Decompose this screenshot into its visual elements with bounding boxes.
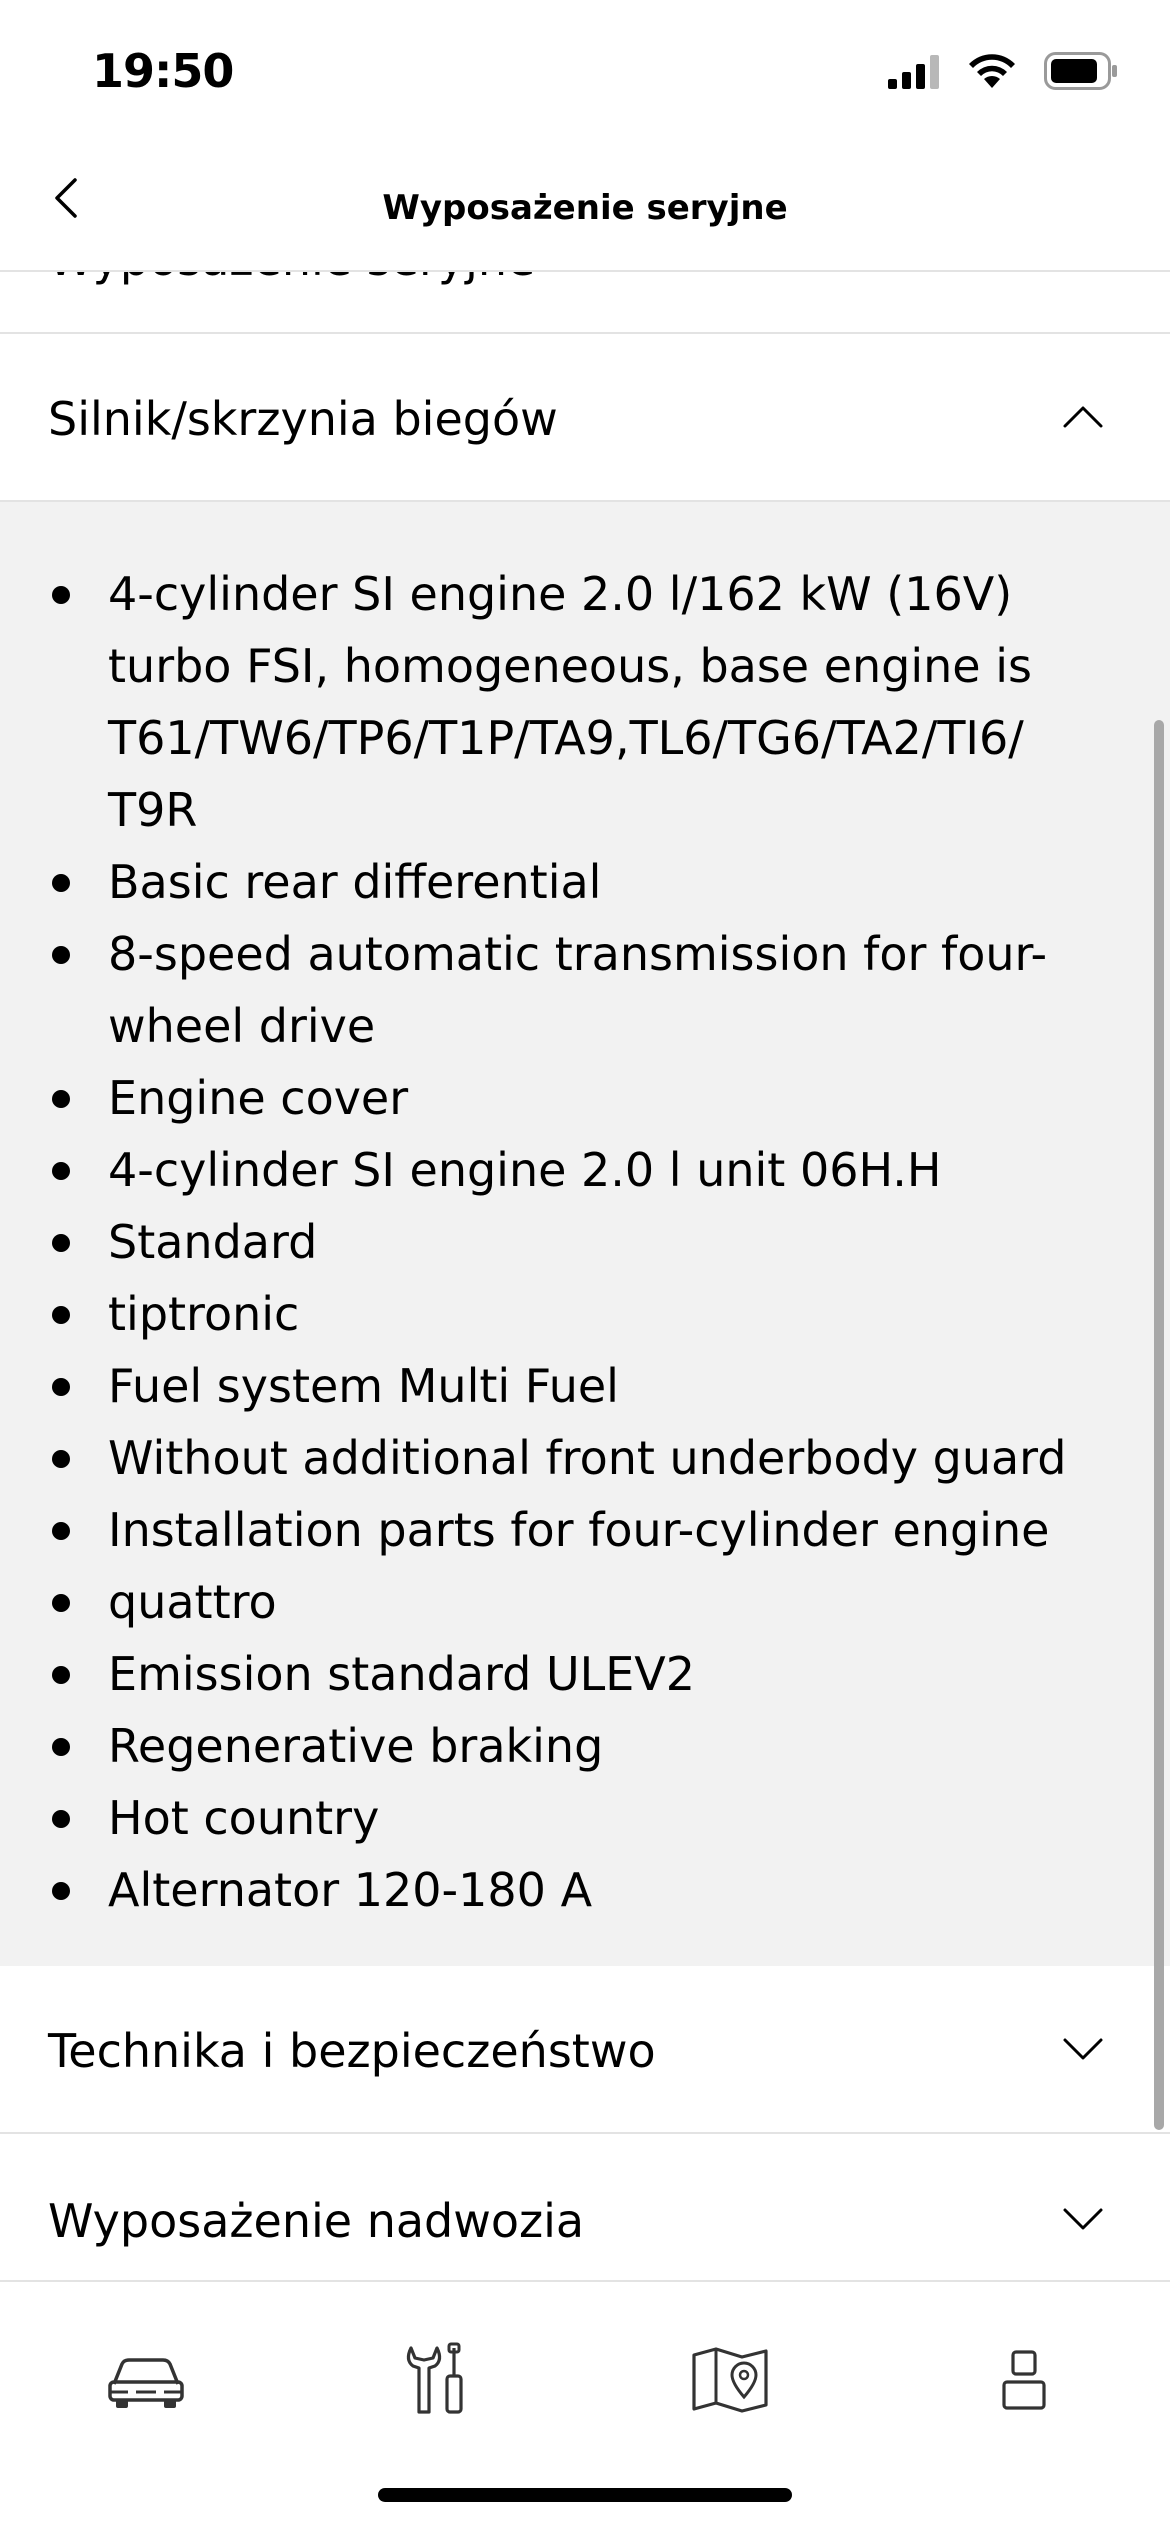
scrollbar[interactable] xyxy=(1154,720,1164,2130)
tab-profile[interactable] xyxy=(964,2322,1084,2442)
section-label: Wyposażenie nadwozia xyxy=(48,2194,585,2248)
status-icons xyxy=(888,52,1118,94)
section-label: Technika i bezpieczeństwo xyxy=(48,2024,656,2078)
list-item: Engine cover xyxy=(48,1062,1088,1134)
chevron-up-icon xyxy=(1058,392,1108,442)
previous-section-label: Wyposażenie seryjne xyxy=(48,272,535,286)
list-item: Alternator 120-180 A xyxy=(48,1854,1088,1926)
wifi-icon xyxy=(966,52,1018,94)
list-item: tiptronic xyxy=(48,1278,1088,1350)
status-time: 19:50 xyxy=(92,44,234,98)
list-item: Standard xyxy=(48,1206,1088,1278)
previous-section-partial[interactable]: Wyposażenie seryjne xyxy=(0,272,1170,334)
status-bar: 19:50 xyxy=(0,0,1170,140)
list-item: quattro xyxy=(48,1566,1088,1638)
list-item: Emission standard ULEV2 xyxy=(48,1638,1088,1710)
list-item: Hot country xyxy=(48,1782,1088,1854)
tools-icon xyxy=(401,2342,471,2422)
list-item: 4-cylinder SI engine 2.0 l unit 06H.H xyxy=(48,1134,1088,1206)
chevron-down-icon xyxy=(1058,2194,1108,2244)
list-item: Regenerative braking xyxy=(48,1710,1088,1782)
tab-service[interactable] xyxy=(376,2322,496,2442)
home-indicator[interactable] xyxy=(378,2488,792,2502)
section-label: Silnik/skrzynia biegów xyxy=(48,392,558,446)
car-icon xyxy=(106,2350,186,2414)
tab-map[interactable] xyxy=(670,2322,790,2442)
section-body-engine: 4-cylinder SI engine 2.0 l/162 kW (16V) … xyxy=(0,502,1170,1966)
map-icon xyxy=(690,2345,770,2419)
list-item: Fuel system Multi Fuel xyxy=(48,1350,1088,1422)
equipment-list: 4-cylinder SI engine 2.0 l/162 kW (16V) … xyxy=(48,558,1088,1926)
user-icon xyxy=(999,2348,1049,2416)
screen: 19:50 Wyposażenie seryjne Silnik/skrzyni… xyxy=(0,0,1170,2532)
nav-header: Wyposażenie seryjne xyxy=(0,150,1170,272)
chevron-down-icon xyxy=(1058,2024,1108,2074)
signal-icon xyxy=(888,53,940,93)
page-title: Wyposażenie seryjne xyxy=(382,188,788,228)
list-item: Basic rear differential xyxy=(48,846,1088,918)
section-header-technology[interactable]: Technika i bezpieczeństwo xyxy=(0,1966,1170,2134)
section-header-body[interactable]: Wyposażenie nadwozia xyxy=(0,2136,1170,2304)
section-header-engine[interactable]: Silnik/skrzynia biegów xyxy=(0,334,1170,502)
battery-icon xyxy=(1044,52,1118,94)
list-item: 8-speed automatic transmission for four-… xyxy=(48,918,1088,1062)
list-item: 4-cylinder SI engine 2.0 l/162 kW (16V) … xyxy=(48,558,1088,846)
tab-vehicle[interactable] xyxy=(86,2322,206,2442)
list-item: Installation parts for four-cylinder eng… xyxy=(48,1494,1088,1566)
list-item: Without additional front underbody guard xyxy=(48,1422,1088,1494)
